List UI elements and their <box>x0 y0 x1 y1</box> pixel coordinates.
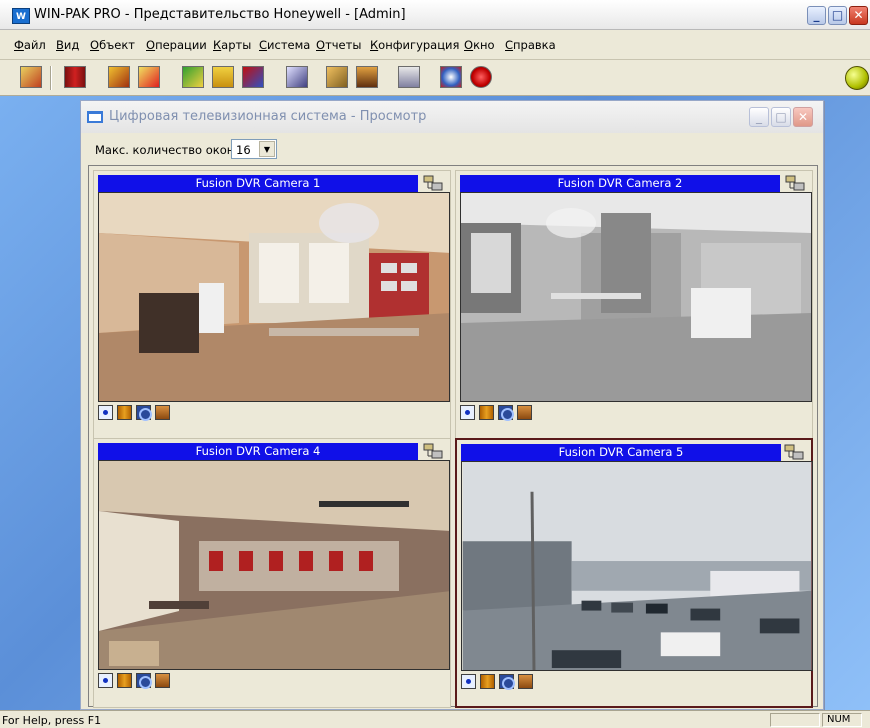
status-pane-empty <box>770 713 820 727</box>
live-view-button[interactable] <box>460 405 475 420</box>
schedule-icon[interactable] <box>138 66 160 88</box>
menu-object[interactable]: Объект <box>90 38 135 52</box>
menu-window[interactable]: Окно <box>464 38 495 52</box>
max-windows-value: 16 <box>236 143 251 157</box>
camera-grid: Fusion DVR Camera 1 Fusion DVR Camera 2 … <box>88 165 818 708</box>
report-icon[interactable] <box>212 66 234 88</box>
dvr-view-window: Цифровая телевизионная система - Просмот… <box>80 100 824 710</box>
ptz-control-button[interactable] <box>498 405 514 421</box>
network-camera-icon[interactable] <box>784 174 806 192</box>
status-bar: For Help, press F1 NUM <box>0 710 870 728</box>
camera-video-feed[interactable] <box>98 460 450 670</box>
door-control-button[interactable] <box>480 674 495 689</box>
app-icon: W <box>12 8 30 24</box>
guard-tour-icon[interactable] <box>356 66 378 88</box>
door-icon[interactable] <box>108 66 130 88</box>
dvr-window-titlebar: Цифровая телевизионная система - Просмот… <box>81 101 823 133</box>
snapshot-button[interactable] <box>155 673 170 688</box>
child-close-button[interactable]: ✕ <box>793 107 813 127</box>
camera-title: Fusion DVR Camera 1 <box>98 175 418 192</box>
camera-pane-1[interactable]: Fusion DVR Camera 1 <box>93 170 451 440</box>
window-icon <box>87 111 103 123</box>
camera-title: Fusion DVR Camera 4 <box>98 443 418 460</box>
menu-maps[interactable]: Карты <box>213 38 251 52</box>
app-title: WIN-PAK PRO - Представительство Honeywel… <box>34 7 406 22</box>
map-icon[interactable] <box>182 66 204 88</box>
menu-operations[interactable]: Операции <box>146 38 207 52</box>
export-icon[interactable] <box>326 66 348 88</box>
network-camera-icon[interactable] <box>422 174 444 192</box>
child-minimize-button[interactable]: _ <box>749 107 769 127</box>
camera-video-feed[interactable] <box>461 461 813 671</box>
menu-reports[interactable]: Отчеты <box>316 38 361 52</box>
status-light-icon <box>845 66 869 90</box>
toolbar-separator <box>50 66 52 90</box>
snapshot-button[interactable] <box>517 405 532 420</box>
menu-file[interactable]: Файл <box>14 38 46 52</box>
camera-pane-4[interactable]: Fusion DVR Camera 4 <box>93 438 451 708</box>
network-camera-icon[interactable] <box>783 443 805 461</box>
door-control-button[interactable] <box>117 673 132 688</box>
office-scene <box>99 193 449 401</box>
app-titlebar: W WIN-PAK PRO - Представительство Honeyw… <box>0 0 870 30</box>
menu-bar: Файл Вид Объект Операции Карты Система О… <box>0 30 870 60</box>
hall-scene <box>99 461 449 669</box>
network-camera-icon[interactable] <box>422 442 444 460</box>
menu-system[interactable]: Система <box>259 38 310 52</box>
snapshot-button[interactable] <box>518 674 533 689</box>
camera-video-feed[interactable] <box>460 192 812 402</box>
menu-help[interactable]: Справка <box>505 38 556 52</box>
exit-icon[interactable] <box>470 66 492 88</box>
menu-view[interactable]: Вид <box>56 38 79 52</box>
max-windows-select[interactable]: 16 ▼ <box>231 139 277 159</box>
operators-icon[interactable] <box>286 66 308 88</box>
child-maximize-button[interactable]: □ <box>771 107 791 127</box>
door-control-button[interactable] <box>479 405 494 420</box>
panel-icon[interactable] <box>64 66 86 88</box>
showroom-scene <box>461 193 811 401</box>
menu-configuration[interactable]: Конфигурация <box>370 38 459 52</box>
num-lock-indicator: NUM <box>822 713 862 727</box>
camera-title: Fusion DVR Camera 5 <box>461 444 781 461</box>
camera-title: Fusion DVR Camera 2 <box>460 175 780 192</box>
minimize-button[interactable]: _ <box>807 6 826 25</box>
live-view-button[interactable] <box>98 405 113 420</box>
door-control-button[interactable] <box>117 405 132 420</box>
archive-icon[interactable] <box>398 66 420 88</box>
ptz-control-button[interactable] <box>499 674 515 690</box>
parking-scene <box>462 462 812 670</box>
ptz-control-button[interactable] <box>136 405 152 421</box>
dvr-window-title: Цифровая телевизионная система - Просмот… <box>109 109 427 124</box>
live-view-button[interactable] <box>98 673 113 688</box>
monitor-icon[interactable] <box>242 66 264 88</box>
chevron-down-icon[interactable]: ▼ <box>259 141 275 157</box>
ptz-control-button[interactable] <box>136 673 152 689</box>
max-windows-label: Макс. количество окон: <box>95 143 239 157</box>
maximize-button[interactable]: □ <box>828 6 847 25</box>
toolbar <box>0 60 870 96</box>
navigation-icon[interactable] <box>440 66 462 88</box>
status-help-text: For Help, press F1 <box>2 714 102 727</box>
snapshot-button[interactable] <box>155 405 170 420</box>
camera-video-feed[interactable] <box>98 192 450 402</box>
live-view-button[interactable] <box>461 674 476 689</box>
camera-pane-5[interactable]: Fusion DVR Camera 5 <box>455 438 813 708</box>
close-button[interactable]: ✕ <box>849 6 868 25</box>
camera-pane-2[interactable]: Fusion DVR Camera 2 <box>455 170 813 440</box>
card-holder-icon[interactable] <box>20 66 42 88</box>
